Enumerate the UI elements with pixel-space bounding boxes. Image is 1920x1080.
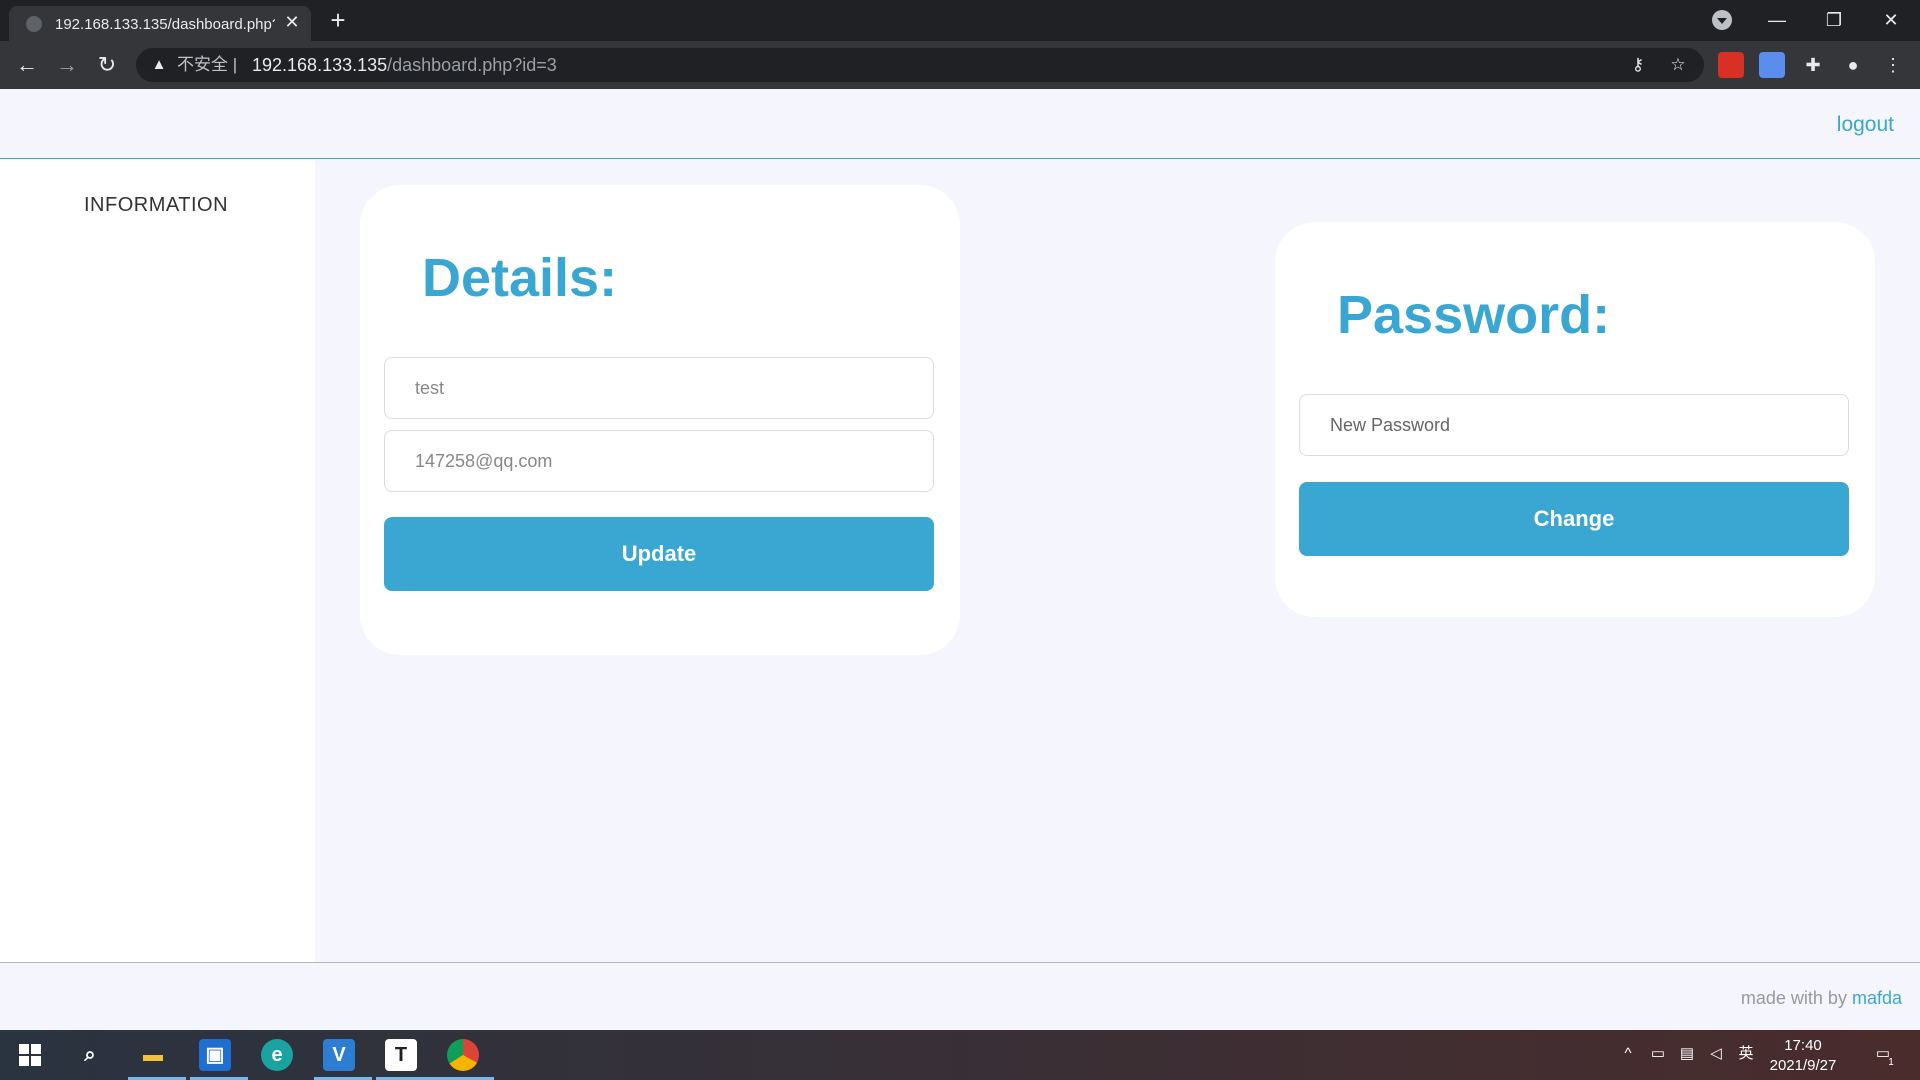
password-card: Password: Change	[1275, 222, 1875, 617]
dashboard-page: logout INFORMATION Details: Update Passw…	[0, 89, 1920, 1030]
security-label[interactable]: 不安全 |	[177, 56, 237, 74]
windows-start-icon[interactable]	[14, 1039, 46, 1071]
browser-tab[interactable]: 192.168.133.135/dashboard.php?id=3 ✕	[9, 6, 311, 41]
new-password-field[interactable]	[1299, 394, 1849, 456]
url-host: 192.168.133.135	[252, 55, 388, 75]
logout-link[interactable]: logout	[1837, 113, 1894, 137]
browser-toolbar: ← → ↻ ▲ 不安全 | 192.168.133.135/dashboard.…	[0, 41, 1920, 89]
typora-icon[interactable]: T	[385, 1039, 417, 1071]
url-path: /dashboard.php?id=3	[387, 55, 557, 75]
profile-icon[interactable]: ●	[1840, 52, 1866, 78]
clock-date: 2021/9/27	[1769, 1057, 1837, 1074]
app-window-icon[interactable]: ▣	[199, 1039, 231, 1071]
globe-icon	[26, 16, 42, 32]
email-field[interactable]	[384, 430, 934, 492]
restore-button[interactable]: ❐	[1814, 6, 1854, 34]
browser-tab-bar: 192.168.133.135/dashboard.php?id=3 ✕ + —…	[0, 0, 1920, 41]
extension-red-icon[interactable]	[1718, 52, 1744, 78]
back-button[interactable]: ←	[13, 51, 41, 79]
puzzle-icon[interactable]: ✚	[1800, 52, 1826, 78]
address-bar[interactable]: ▲ 不安全 | 192.168.133.135/dashboard.php?id…	[136, 48, 1704, 82]
volume-icon[interactable]: ◁	[1706, 1044, 1726, 1064]
details-card: Details: Update	[360, 185, 960, 655]
battery-icon[interactable]: ▭	[1648, 1044, 1668, 1064]
tab-search-icon[interactable]	[1712, 10, 1732, 30]
footer-text: made with by	[1740, 988, 1847, 1008]
clock-time: 17:40	[1784, 1037, 1822, 1054]
footer-credit: made with by mafda	[1741, 988, 1902, 1009]
file-explorer-icon[interactable]: ▬	[137, 1039, 169, 1071]
sidebar-item-information[interactable]: INFORMATION	[84, 194, 228, 217]
tab-title: 192.168.133.135/dashboard.php?id=3	[55, 16, 275, 33]
minimize-button[interactable]: —	[1757, 6, 1797, 34]
search-icon[interactable]: ⌕	[74, 1039, 106, 1071]
windows-taskbar: ⌕ ▬ ▣ e V T ^ ▭ ▤ ◁ 英 17:40 2021/9/27 ▭ …	[0, 1030, 1920, 1080]
ime-indicator[interactable]: 英	[1736, 1044, 1756, 1064]
key-icon[interactable]: ⚷	[1626, 54, 1650, 76]
star-icon[interactable]: ☆	[1666, 54, 1690, 76]
password-title: Password:	[1337, 285, 1611, 345]
menu-icon[interactable]: ⋮	[1880, 52, 1906, 78]
notification-count: 1	[1888, 1057, 1894, 1068]
warning-icon: ▲	[151, 56, 167, 73]
chevron-up-icon[interactable]: ^	[1618, 1044, 1638, 1064]
reload-button[interactable]: ↻	[93, 51, 121, 79]
update-button[interactable]: Update	[384, 517, 934, 591]
new-tab-button[interactable]: +	[323, 6, 353, 36]
change-button[interactable]: Change	[1299, 482, 1849, 556]
chrome-icon[interactable]	[447, 1039, 479, 1071]
page-footer: made with by mafda	[0, 962, 1920, 1030]
forward-button[interactable]: →	[53, 51, 81, 79]
vscode-icon[interactable]: V	[323, 1039, 355, 1071]
tab-close-icon[interactable]: ✕	[281, 11, 303, 33]
author-link[interactable]: mafda	[1852, 988, 1902, 1008]
url-text[interactable]: 192.168.133.135/dashboard.php?id=3	[252, 56, 557, 74]
username-field[interactable]	[384, 357, 934, 419]
extension-blue-icon[interactable]	[1759, 52, 1785, 78]
close-window-button[interactable]: ✕	[1871, 6, 1911, 34]
edge-browser-icon[interactable]: e	[261, 1039, 293, 1071]
details-title: Details:	[422, 248, 618, 308]
sidebar: INFORMATION	[0, 160, 315, 962]
system-clock[interactable]: 17:40 2021/9/27	[1762, 1036, 1844, 1076]
network-icon[interactable]: ▤	[1677, 1044, 1697, 1064]
page-header: logout	[0, 89, 1920, 159]
